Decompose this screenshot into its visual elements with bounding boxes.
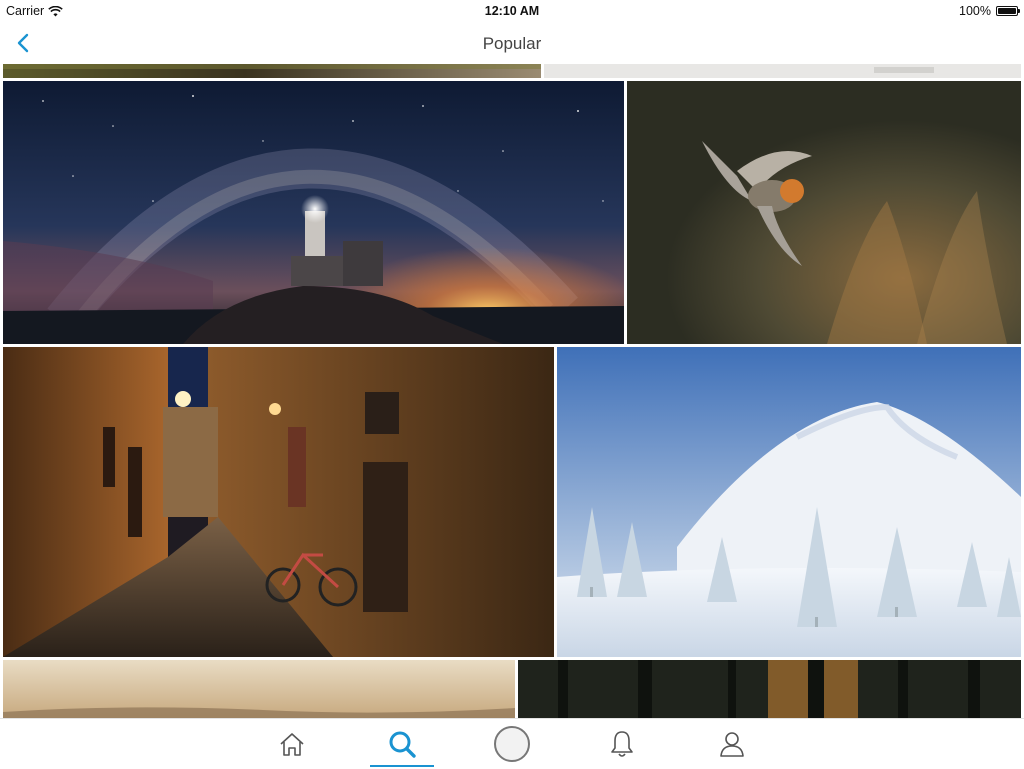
navigation-bar: Popular [0, 22, 1024, 64]
status-time: 12:10 AM [484, 4, 540, 18]
tab-capture[interactable] [480, 719, 544, 769]
chevron-left-icon [17, 33, 29, 53]
photo-tile-misty-landscape[interactable] [3, 660, 515, 718]
photo-grid [0, 64, 1024, 718]
bell-icon [611, 731, 633, 757]
person-icon [720, 732, 744, 757]
carrier-indicator: Carrier [6, 4, 63, 18]
photo-tile-lighthouse[interactable] [3, 81, 624, 344]
tab-search[interactable] [370, 719, 434, 769]
wifi-icon [48, 5, 63, 16]
tab-profile[interactable] [700, 719, 764, 769]
search-icon [389, 731, 416, 758]
photo-tile-robin[interactable] [627, 81, 1021, 344]
photo-tile-snow-strip[interactable] [544, 64, 1021, 78]
photo-tile-alley[interactable] [3, 347, 554, 657]
capture-button-icon [494, 726, 530, 762]
photo-tile-snowy-mountain[interactable] [557, 347, 1021, 657]
status-bar: Carrier 12:10 AM 100% [0, 0, 1024, 22]
battery-indicator: 100% [959, 4, 1020, 18]
back-button[interactable] [10, 30, 36, 56]
photo-tile-forest-strip[interactable] [3, 64, 541, 78]
carrier-label: Carrier [6, 4, 45, 18]
photo-tile-forest[interactable] [518, 660, 1021, 718]
home-icon [280, 733, 304, 756]
tab-bar [0, 718, 1024, 769]
battery-icon [996, 6, 1020, 16]
page-title: Popular [482, 34, 542, 53]
tab-home[interactable] [260, 719, 324, 769]
battery-percent: 100% [959, 4, 991, 18]
tab-notifications[interactable] [590, 719, 654, 769]
